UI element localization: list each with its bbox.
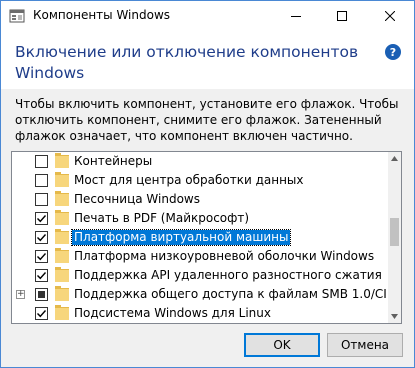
feature-checkbox[interactable] bbox=[35, 307, 48, 320]
feature-label: Песочница Windows bbox=[74, 192, 200, 206]
dialog-header: Включение или отключение компонентов Win… bbox=[1, 31, 414, 89]
feature-label: Поддержка общего доступа к файлам SMB 1.… bbox=[74, 287, 402, 301]
feature-label: Печать в PDF (Майкрософт) bbox=[74, 211, 250, 225]
feature-checkbox[interactable] bbox=[35, 174, 48, 187]
features-tree[interactable]: Контейнеры Мост для центра обработки данн… bbox=[11, 151, 402, 324]
feature-row[interactable]: Контейнеры bbox=[12, 152, 387, 171]
folder-icon bbox=[55, 267, 69, 282]
folder-icon bbox=[55, 153, 69, 168]
ok-button[interactable]: OK bbox=[244, 333, 320, 357]
feature-label: Поддержка API удаленного разностного сжа… bbox=[74, 268, 382, 282]
feature-row[interactable]: Платформа виртуальной машины bbox=[12, 228, 387, 247]
checkmark-icon bbox=[37, 272, 47, 280]
close-icon bbox=[385, 11, 395, 21]
folder-icon bbox=[55, 191, 69, 206]
checkmark-icon bbox=[37, 253, 47, 261]
maximize-button[interactable] bbox=[319, 1, 365, 31]
checkmark-icon bbox=[37, 310, 47, 318]
folder-icon bbox=[55, 229, 69, 244]
feature-checkbox[interactable] bbox=[35, 288, 48, 301]
folder-icon bbox=[55, 286, 69, 301]
feature-row[interactable]: Подсистема Windows для Linux bbox=[12, 304, 387, 323]
feature-checkbox[interactable] bbox=[35, 155, 48, 168]
dialog-heading: Включение или отключение компонентов Win… bbox=[15, 43, 359, 82]
feature-checkbox[interactable] bbox=[35, 231, 48, 244]
folder-icon bbox=[55, 248, 69, 263]
chevron-down-icon bbox=[391, 314, 398, 319]
feature-checkbox[interactable] bbox=[35, 212, 48, 225]
instructions-text: Чтобы включить компонент, установите его… bbox=[15, 97, 399, 143]
features-dialog: Компоненты Windows Включение или отключе… bbox=[0, 0, 415, 368]
minimize-icon bbox=[291, 16, 301, 17]
feature-row[interactable]: Поддержка API удаленного разностного сжа… bbox=[12, 266, 387, 285]
partial-fill bbox=[38, 291, 45, 298]
folder-icon bbox=[55, 172, 69, 187]
feature-checkbox[interactable] bbox=[35, 269, 48, 282]
feature-row[interactable]: Мост для центра обработки данных bbox=[12, 171, 387, 190]
feature-label: Мост для центра обработки данных bbox=[74, 173, 304, 187]
scroll-up-button[interactable] bbox=[388, 152, 401, 165]
feature-label: Платформа низкоуровневой оболочки Window… bbox=[74, 249, 375, 263]
chevron-up-icon bbox=[391, 156, 398, 161]
feature-row[interactable]: + Поддержка общего доступа к файлам SMB 1… bbox=[12, 285, 401, 304]
window-title: Компоненты Windows bbox=[33, 8, 171, 22]
feature-label: Платформа виртуальной машины bbox=[70, 229, 292, 246]
feature-row[interactable]: Платформа низкоуровневой оболочки Window… bbox=[12, 247, 387, 266]
feature-checkbox[interactable] bbox=[35, 193, 48, 206]
expand-toggle[interactable]: + bbox=[16, 290, 25, 299]
close-button[interactable] bbox=[367, 1, 413, 31]
checkmark-icon bbox=[37, 215, 47, 223]
folder-icon bbox=[55, 305, 69, 320]
maximize-icon bbox=[337, 11, 347, 21]
scroll-thumb[interactable] bbox=[390, 218, 399, 246]
scroll-down-button[interactable] bbox=[388, 310, 401, 323]
windows-features-icon bbox=[9, 9, 25, 23]
cancel-button[interactable]: Отмена bbox=[327, 333, 403, 357]
vertical-scrollbar[interactable] bbox=[388, 152, 401, 323]
checkmark-icon bbox=[37, 234, 47, 242]
feature-row[interactable]: Песочница Windows bbox=[12, 190, 387, 209]
minimize-button[interactable] bbox=[273, 1, 319, 31]
feature-row[interactable]: Печать в PDF (Майкрософт) bbox=[12, 209, 387, 228]
help-icon[interactable]: ? bbox=[385, 44, 401, 60]
feature-label: Контейнеры bbox=[74, 154, 153, 168]
folder-icon bbox=[55, 210, 69, 225]
title-bar[interactable]: Компоненты Windows bbox=[1, 1, 414, 31]
feature-label: Подсистема Windows для Linux bbox=[74, 306, 271, 320]
feature-checkbox[interactable] bbox=[35, 250, 48, 263]
